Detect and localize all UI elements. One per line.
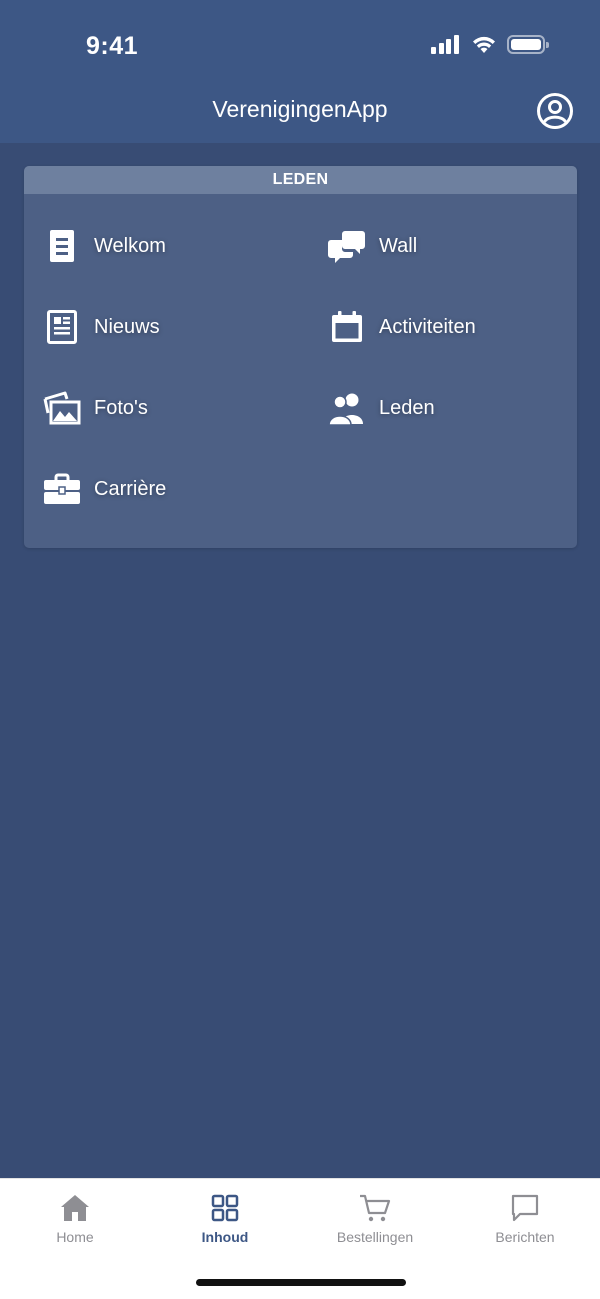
message-icon [511, 1194, 539, 1222]
tab-bestellingen[interactable]: Bestellingen [300, 1193, 450, 1245]
members-icon [328, 393, 363, 426]
menu-item-label: Activiteiten [379, 315, 476, 338]
tab-home[interactable]: Home [0, 1193, 150, 1245]
menu-item-label: Wall [379, 234, 418, 257]
status-icons [431, 34, 549, 54]
tab-inhoud[interactable]: Inhoud [150, 1193, 300, 1245]
battery-icon [507, 34, 549, 54]
app-header: 9:41 VerenigingenApp [0, 0, 600, 143]
menu-item-fotos[interactable]: Foto's [42, 383, 148, 433]
chat-bubbles-icon [328, 231, 365, 263]
tab-label: Home [56, 1229, 94, 1245]
menu-item-leden[interactable]: Leden [327, 383, 435, 433]
menu-item-label: Nieuws [94, 315, 160, 338]
wifi-icon [473, 36, 495, 53]
grid-icon [211, 1194, 239, 1222]
briefcase-icon [44, 473, 80, 504]
menu-item-nieuws[interactable]: Nieuws [42, 302, 160, 352]
menu-item-wall[interactable]: Wall [327, 221, 417, 271]
cellular-signal-icon [431, 34, 461, 54]
newspaper-icon [47, 310, 77, 344]
status-time: 9:41 [86, 32, 139, 60]
cart-icon [360, 1194, 391, 1222]
section-title: LEDEN [24, 166, 577, 194]
menu-item-activiteiten[interactable]: Activiteiten [327, 302, 476, 352]
tab-label: Bestellingen [336, 1229, 414, 1245]
menu-item-label: Leden [379, 396, 435, 419]
app-title: VerenigingenApp [212, 96, 388, 122]
leden-section-card: LEDEN Welkom Wall Nieuws Activiteiten Fo… [24, 166, 577, 548]
home-icon [61, 1195, 89, 1221]
tab-berichten[interactable]: Berichten [450, 1193, 600, 1245]
tab-label: Berichten [495, 1229, 555, 1245]
home-indicator [196, 1279, 406, 1286]
menu-item-label: Welkom [94, 234, 166, 257]
document-icon [50, 230, 74, 262]
menu-item-welkom[interactable]: Welkom [42, 221, 166, 271]
menu-item-label: Carrière [94, 477, 167, 500]
tab-label: Inhoud [201, 1229, 249, 1245]
menu-item-label: Foto's [94, 396, 148, 419]
profile-icon[interactable] [536, 92, 574, 130]
calendar-icon [332, 311, 362, 342]
menu-item-carriere[interactable]: Carrière [42, 464, 166, 514]
photos-icon [43, 391, 81, 425]
